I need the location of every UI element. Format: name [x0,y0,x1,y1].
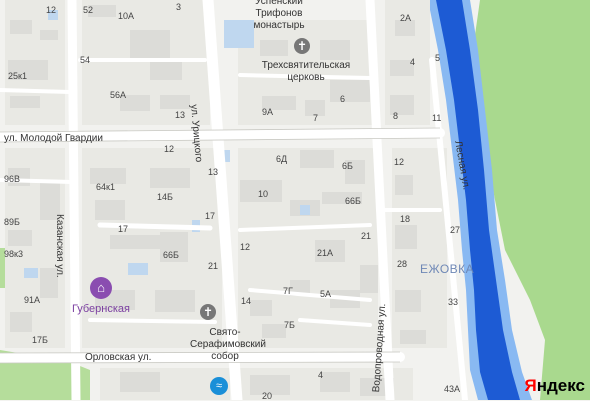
poi-label-hotel[interactable]: Губернская [72,304,130,315]
house-number: 9А [262,107,274,117]
house-number: 14 [241,296,252,306]
street-label-kazanskaya: Казанская ул. [54,214,65,278]
house-number: 5 [435,53,441,63]
street-label-molodoy-gvardii: ул. Молодой Гвардии [4,133,103,144]
house-number: 6 [340,94,346,104]
house-number: 91А [24,295,41,305]
house-number: 13 [208,167,219,177]
house-number: 28 [397,259,408,269]
poi-label-monastery[interactable]: Успенский Трифонов монастырь [234,0,324,32]
house-number: 52 [83,5,94,15]
church-icon[interactable]: ✝ [200,304,216,320]
house-number: 14Б [157,192,173,202]
house-number: 25к1 [8,71,27,81]
house-number: 6Д [276,154,288,164]
house-number: 98к3 [4,249,23,259]
house-number: 4 [410,57,416,67]
street-label-orlovskaya: Орловская ул. [85,352,152,363]
house-number: 12 [240,242,251,252]
house-number: 18 [400,214,411,224]
house-number: 5А [320,289,332,299]
house-number: 17 [118,224,129,234]
house-number: 33 [448,297,459,307]
house-number: 7Б [284,320,295,330]
house-number: 21 [361,231,372,241]
map-canvas[interactable]: ЕЖОВКА ул. Молодой Гвардии ул. Урицкого … [0,0,590,401]
house-number: 64к1 [96,182,115,192]
road-kazanskaya [67,0,81,400]
house-number: 12 [46,5,57,15]
house-number: 13 [175,110,186,120]
house-number: 7 [313,113,319,123]
house-number: 66Б [345,196,361,206]
poi-label-serafimovsky[interactable]: Свято-Серафимовский собор [190,327,266,363]
house-number: 2А [400,13,412,23]
house-number: 66Б [163,250,179,260]
yandex-logo: Яндекс [525,376,585,396]
house-number: 17 [205,211,216,221]
swimming-icon[interactable]: ≈ [210,377,228,395]
house-number: 43А [444,384,461,394]
house-number: 11 [432,113,442,123]
hotel-icon[interactable]: ⌂ [90,277,112,299]
house-number: 10А [118,11,135,21]
house-number: 17Б [32,335,48,345]
house-number: 56А [110,90,127,100]
brand-rest: ндекс [536,376,585,395]
house-number: 8 [393,111,399,121]
house-number: 54 [80,55,91,65]
house-number: 21 [208,261,219,271]
house-number: 4 [318,370,324,380]
house-number: 21А [317,248,334,258]
house-number: 27 [450,225,461,235]
brand-first-letter: Я [524,376,537,395]
church-icon[interactable]: ✝ [294,38,310,54]
district-label: ЕЖОВКА [420,262,475,276]
house-number: 10 [258,189,269,199]
house-number: 89Б [4,217,20,227]
house-number: 7Г [283,286,293,296]
house-number: 6Б [342,161,353,171]
house-number: 12 [164,144,175,154]
house-number: 96В [4,174,21,184]
house-number: 12 [394,157,405,167]
poi-label-trekhsvyatitelskaya[interactable]: Трехсвятительская церковь [256,60,356,84]
house-number: 3 [176,2,182,12]
